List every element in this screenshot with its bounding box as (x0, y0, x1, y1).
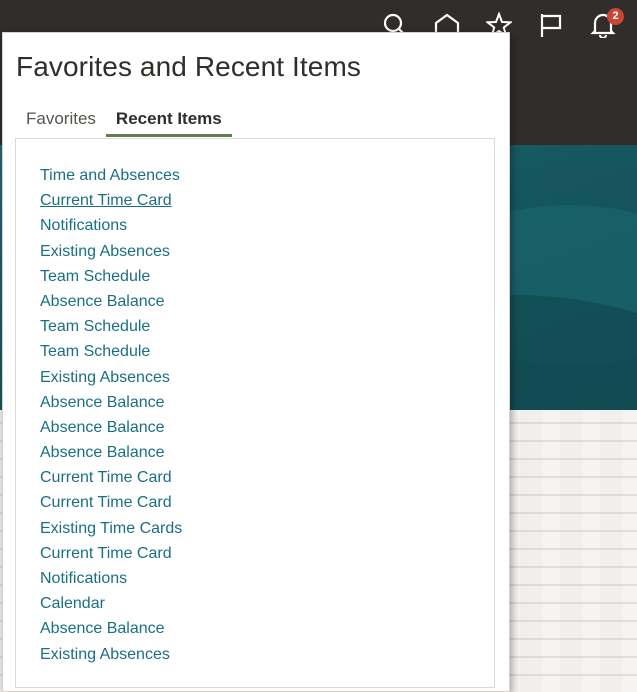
list-item: Existing Absences (40, 642, 182, 667)
recent-item-link[interactable]: Existing Time Cards (40, 520, 182, 537)
list-item: Absence Balance (40, 289, 182, 314)
favorites-recent-popup: Favorites and Recent Items Favorites Rec… (2, 32, 510, 692)
recent-items-panel: Time and Absences Current Time Card Noti… (15, 138, 495, 688)
tab-recent-items[interactable]: Recent Items (105, 109, 232, 137)
recent-items-list: Time and Absences Current Time Card Noti… (40, 163, 182, 667)
list-item: Existing Absences (40, 239, 182, 264)
list-item: Absence Balance (40, 415, 182, 440)
recent-item-link[interactable]: Existing Absences (40, 646, 170, 663)
recent-item-link[interactable]: Current Time Card (40, 545, 172, 562)
popup-tabs: Favorites Recent Items (16, 109, 232, 137)
list-item: Calendar (40, 591, 182, 616)
recent-item-link[interactable]: Team Schedule (40, 268, 150, 285)
recent-item-link[interactable]: Absence Balance (40, 419, 165, 436)
watchlist-flag-icon[interactable] (536, 10, 566, 40)
list-item: Absence Balance (40, 390, 182, 415)
recent-item-link[interactable]: Current Time Card (40, 469, 172, 486)
list-item: Current Time Card (40, 541, 182, 566)
recent-item-link[interactable]: Time and Absences (40, 167, 180, 184)
recent-item-link[interactable]: Calendar (40, 595, 105, 612)
list-item: Absence Balance (40, 616, 182, 641)
recent-item-link[interactable]: Absence Balance (40, 444, 165, 461)
list-item: Team Schedule (40, 264, 182, 289)
notification-count-badge: 2 (607, 8, 624, 25)
recent-item-link[interactable]: Current Time Card (40, 494, 172, 511)
list-item: Current Time Card (40, 188, 182, 213)
recent-item-link[interactable]: Absence Balance (40, 620, 165, 637)
list-item: Absence Balance (40, 440, 182, 465)
list-item: Current Time Card (40, 490, 182, 515)
recent-item-link[interactable]: Notifications (40, 217, 127, 234)
recent-item-link[interactable]: Team Schedule (40, 318, 150, 335)
recent-item-link[interactable]: Notifications (40, 570, 127, 587)
list-item: Notifications (40, 213, 182, 238)
list-item: Current Time Card (40, 465, 182, 490)
popup-title: Favorites and Recent Items (16, 51, 361, 82)
list-item: Time and Absences (40, 163, 182, 188)
recent-item-link[interactable]: Absence Balance (40, 293, 165, 310)
recent-item-link[interactable]: Current Time Card (40, 192, 172, 209)
list-item: Team Schedule (40, 314, 182, 339)
recent-item-link[interactable]: Existing Absences (40, 243, 170, 260)
recent-item-link[interactable]: Team Schedule (40, 343, 150, 360)
list-item: Existing Time Cards (40, 516, 182, 541)
notifications-bell-icon[interactable]: 2 (588, 8, 624, 40)
list-item: Notifications (40, 566, 182, 591)
list-item: Existing Absences (40, 365, 182, 390)
recent-item-link[interactable]: Existing Absences (40, 369, 170, 386)
tab-favorites[interactable]: Favorites (16, 109, 106, 137)
recent-item-link[interactable]: Absence Balance (40, 394, 165, 411)
list-item: Team Schedule (40, 339, 182, 364)
